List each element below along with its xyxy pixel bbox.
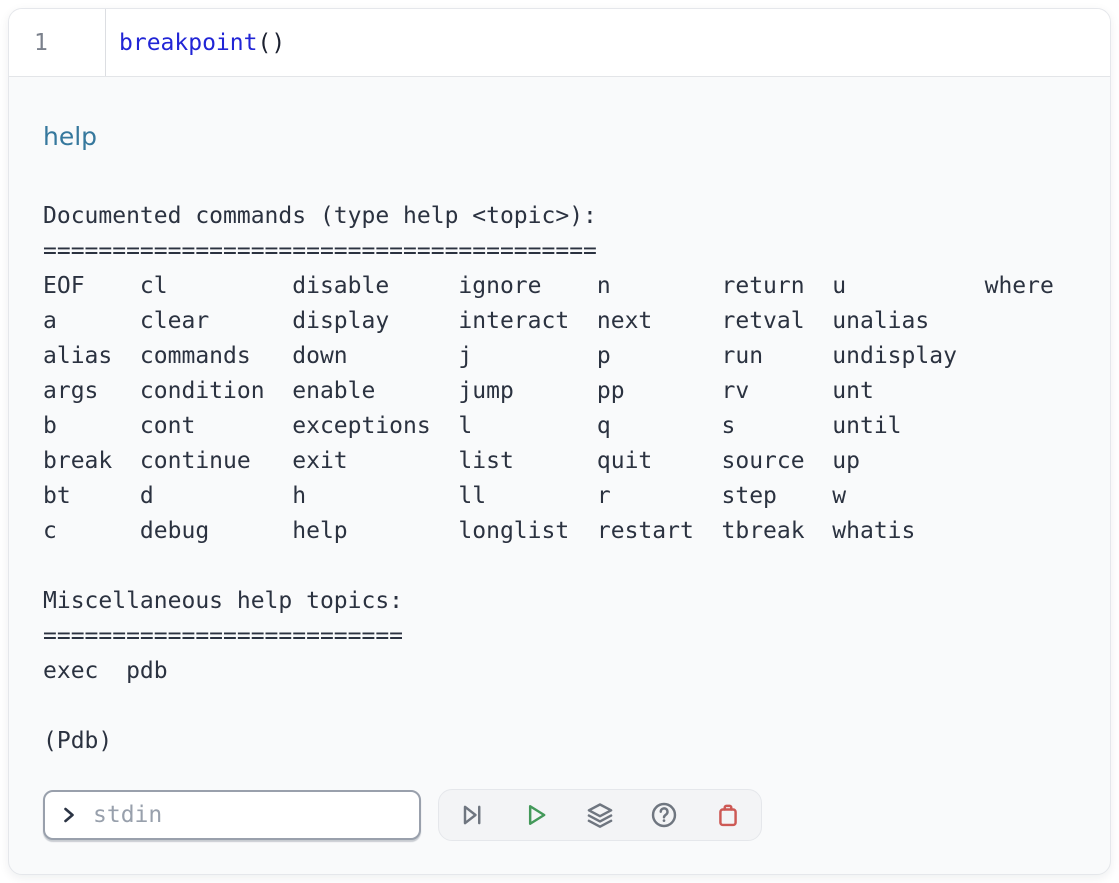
- editor-gutter: 1: [9, 9, 106, 76]
- trash-icon: [714, 801, 742, 829]
- code-token-builtin: breakpoint: [119, 30, 257, 56]
- stdin-input[interactable]: [91, 801, 405, 829]
- code-line[interactable]: breakpoint(): [106, 9, 285, 76]
- echoed-command: help: [43, 121, 1090, 153]
- pdb-output-text: Documented commands (type help <topic>):…: [43, 199, 1090, 759]
- stdin-inputbox[interactable]: [43, 790, 421, 840]
- code-token-paren: (): [257, 30, 285, 56]
- clear-button[interactable]: [714, 801, 742, 829]
- step-forward-icon: [458, 801, 486, 829]
- line-number: 1: [34, 30, 48, 56]
- chevron-right-icon: [59, 805, 79, 825]
- help-circle-icon: [650, 801, 678, 829]
- console-output-area: help Documented commands (type help <top…: [9, 77, 1110, 841]
- debug-toolbar: [438, 789, 762, 841]
- debugger-panel: 1 breakpoint() help Documented commands …: [8, 8, 1111, 875]
- help-button[interactable]: [650, 801, 678, 829]
- layers-icon: [586, 801, 614, 829]
- layers-button[interactable]: [586, 801, 614, 829]
- play-icon: [522, 801, 550, 829]
- step-forward-button[interactable]: [458, 801, 486, 829]
- editor-row: 1 breakpoint(): [9, 9, 1110, 77]
- run-button[interactable]: [522, 801, 550, 829]
- io-row: [43, 789, 1090, 841]
